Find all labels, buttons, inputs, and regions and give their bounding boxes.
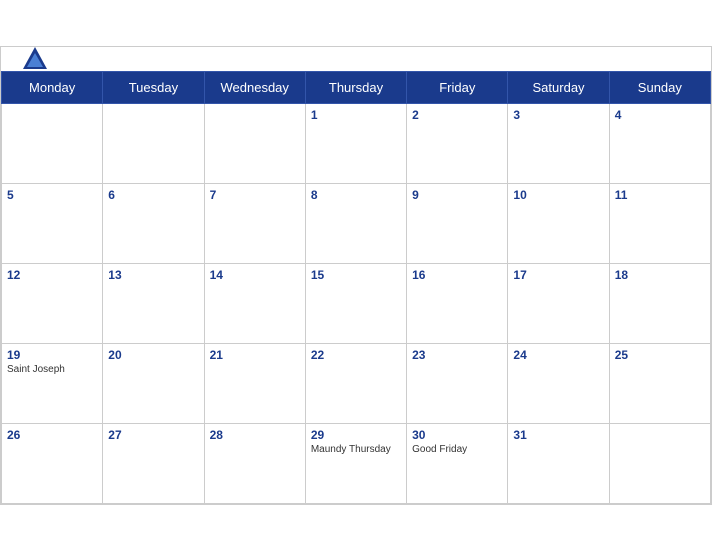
day-cell: 1 <box>305 103 406 183</box>
day-cell: 23 <box>407 343 508 423</box>
logo <box>21 45 53 73</box>
day-cell <box>103 103 204 183</box>
day-cell: 4 <box>609 103 710 183</box>
day-cell: 8 <box>305 183 406 263</box>
day-cell: 31 <box>508 423 609 503</box>
day-cell: 5 <box>2 183 103 263</box>
day-cell: 17 <box>508 263 609 343</box>
day-cell: 3 <box>508 103 609 183</box>
day-cell: 26 <box>2 423 103 503</box>
weekday-header-saturday: Saturday <box>508 71 609 103</box>
weekday-header-monday: Monday <box>2 71 103 103</box>
day-cell: 10 <box>508 183 609 263</box>
day-number: 10 <box>513 188 603 202</box>
day-cell: 21 <box>204 343 305 423</box>
day-cell: 25 <box>609 343 710 423</box>
day-cell: 15 <box>305 263 406 343</box>
week-row-2: 12 13 14 15 16 17 18 <box>2 263 711 343</box>
day-number: 21 <box>210 348 300 362</box>
day-number: 13 <box>108 268 198 282</box>
day-number: 18 <box>615 268 705 282</box>
day-number: 23 <box>412 348 502 362</box>
day-cell: 30 Good Friday <box>407 423 508 503</box>
day-cell: 28 <box>204 423 305 503</box>
day-cell: 9 <box>407 183 508 263</box>
day-number: 24 <box>513 348 603 362</box>
day-cell <box>204 103 305 183</box>
calendar-header <box>1 47 711 71</box>
week-row-0: 1234 <box>2 103 711 183</box>
day-number: 8 <box>311 188 401 202</box>
day-cell: 20 <box>103 343 204 423</box>
day-number: 22 <box>311 348 401 362</box>
day-cell <box>609 423 710 503</box>
day-cell: 6 <box>103 183 204 263</box>
logo-icon <box>21 45 49 73</box>
calendar-thead: MondayTuesdayWednesdayThursdayFridaySatu… <box>2 71 711 103</box>
day-cell: 16 <box>407 263 508 343</box>
holiday-label: Saint Joseph <box>7 364 97 375</box>
day-number: 3 <box>513 108 603 122</box>
day-number: 31 <box>513 428 603 442</box>
weekday-header-wednesday: Wednesday <box>204 71 305 103</box>
weekday-header-thursday: Thursday <box>305 71 406 103</box>
weekday-header-sunday: Sunday <box>609 71 710 103</box>
day-cell: 27 <box>103 423 204 503</box>
day-cell: 12 <box>2 263 103 343</box>
day-number: 16 <box>412 268 502 282</box>
calendar-table: MondayTuesdayWednesdayThursdayFridaySatu… <box>1 71 711 504</box>
day-number: 2 <box>412 108 502 122</box>
calendar-body: 12345678910111213141516171819Saint Josep… <box>2 103 711 503</box>
day-number: 26 <box>7 428 97 442</box>
weekday-header-friday: Friday <box>407 71 508 103</box>
day-number: 29 <box>311 428 401 442</box>
day-number: 7 <box>210 188 300 202</box>
day-number: 12 <box>7 268 97 282</box>
day-number: 28 <box>210 428 300 442</box>
week-row-4: 26 27 28 29 Maundy Thursday 30 Good Friday 31 <box>2 423 711 503</box>
day-number: 14 <box>210 268 300 282</box>
day-cell: 22 <box>305 343 406 423</box>
week-row-3: 19 Saint Joseph 20 21 22 23 24 25 <box>2 343 711 423</box>
day-number: 6 <box>108 188 198 202</box>
day-cell: 29 Maundy Thursday <box>305 423 406 503</box>
day-number: 20 <box>108 348 198 362</box>
day-number: 5 <box>7 188 97 202</box>
holiday-label: Maundy Thursday <box>311 444 401 455</box>
calendar: MondayTuesdayWednesdayThursdayFridaySatu… <box>0 46 712 505</box>
weekday-header-row: MondayTuesdayWednesdayThursdayFridaySatu… <box>2 71 711 103</box>
day-number: 1 <box>311 108 401 122</box>
day-cell: 18 <box>609 263 710 343</box>
day-number: 9 <box>412 188 502 202</box>
day-number: 17 <box>513 268 603 282</box>
day-number: 27 <box>108 428 198 442</box>
day-cell: 19 Saint Joseph <box>2 343 103 423</box>
holiday-label: Good Friday <box>412 444 502 455</box>
day-number: 4 <box>615 108 705 122</box>
day-cell: 13 <box>103 263 204 343</box>
day-cell: 11 <box>609 183 710 263</box>
day-cell: 7 <box>204 183 305 263</box>
day-number: 15 <box>311 268 401 282</box>
day-cell: 14 <box>204 263 305 343</box>
day-number: 19 <box>7 348 97 362</box>
day-cell: 2 <box>407 103 508 183</box>
day-cell: 24 <box>508 343 609 423</box>
weekday-header-tuesday: Tuesday <box>103 71 204 103</box>
week-row-1: 56789 10 11 <box>2 183 711 263</box>
day-cell <box>2 103 103 183</box>
day-number: 25 <box>615 348 705 362</box>
day-number: 30 <box>412 428 502 442</box>
day-number: 11 <box>615 188 705 202</box>
